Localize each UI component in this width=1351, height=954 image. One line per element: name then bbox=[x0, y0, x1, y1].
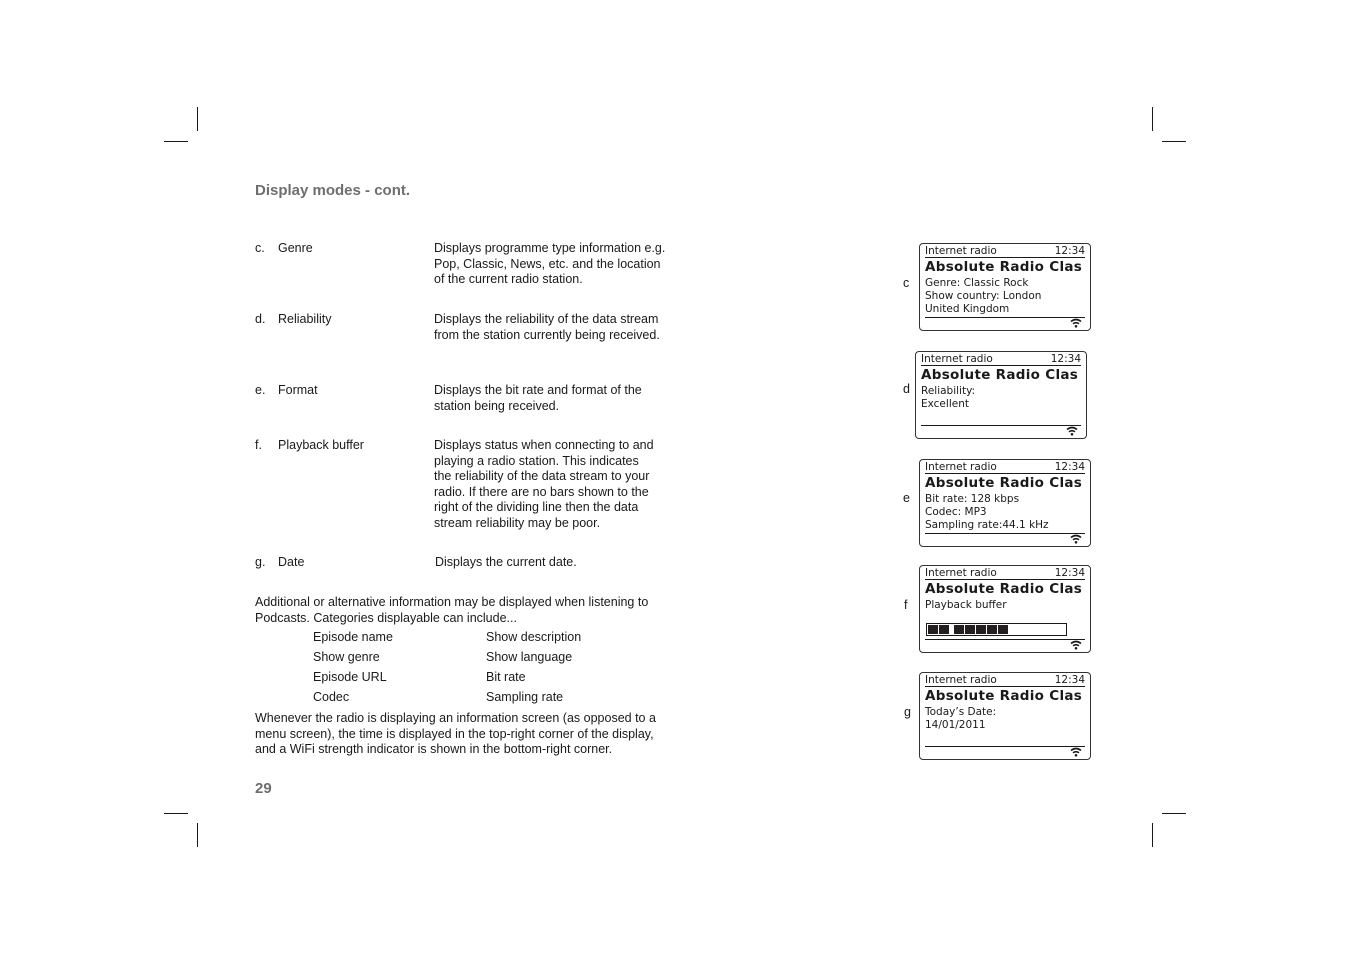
entry-description: Displays the current date. bbox=[435, 555, 577, 569]
wifi-icon bbox=[1066, 426, 1078, 436]
lcd-header: Internet radio 12:34 bbox=[925, 245, 1085, 258]
wifi-icon bbox=[1070, 640, 1082, 650]
closing-paragraph: Whenever the radio is displaying an info… bbox=[255, 711, 656, 756]
lcd-line: Reliability: bbox=[921, 385, 976, 397]
lcd-station-name: Absolute Radio Clas bbox=[925, 688, 1083, 704]
crop-mark bbox=[164, 813, 188, 814]
buffer-block bbox=[965, 625, 975, 634]
entry-letter: e. bbox=[255, 383, 266, 397]
lcd-line: Show country: London bbox=[925, 290, 1042, 302]
entry-description: Displays the reliability of the data str… bbox=[434, 312, 660, 342]
lcd-station-name: Absolute Radio Clas bbox=[925, 259, 1083, 275]
entry-description: Displays the bit rate and format of the … bbox=[434, 383, 642, 413]
lcd-display-reliability: Internet radio 12:34 Absolute Radio Clas… bbox=[915, 351, 1087, 439]
lcd-source: Internet radio bbox=[925, 245, 997, 257]
lcd-divider bbox=[925, 533, 1085, 535]
lcd-time: 12:34 bbox=[1050, 353, 1081, 365]
display-label: e bbox=[903, 491, 910, 505]
lcd-header: Internet radio 12:34 bbox=[925, 674, 1085, 687]
category-item: Show language bbox=[486, 650, 573, 664]
entry-letter: d. bbox=[255, 312, 266, 326]
wifi-icon bbox=[1070, 318, 1082, 328]
buffer-block bbox=[954, 625, 964, 634]
buffer-block bbox=[928, 625, 938, 634]
buffer-block bbox=[987, 625, 997, 634]
lcd-time: 12:34 bbox=[1054, 461, 1085, 473]
lcd-line: 14/01/2011 bbox=[925, 719, 986, 731]
crop-mark bbox=[1152, 107, 1153, 131]
display-label: f bbox=[904, 598, 908, 612]
playback-buffer-fill bbox=[928, 625, 1008, 634]
category-item: Codec bbox=[313, 690, 350, 704]
lcd-line: Excellent bbox=[921, 398, 969, 410]
lcd-display-playback-buffer: Internet radio 12:34 Absolute Radio Clas… bbox=[919, 565, 1091, 653]
crop-mark bbox=[1162, 813, 1186, 814]
entry-term: Format bbox=[278, 383, 318, 397]
crop-mark bbox=[1152, 823, 1153, 847]
entry-description: Displays programme type information e.g.… bbox=[434, 241, 666, 286]
lcd-display-date: Internet radio 12:34 Absolute Radio Clas… bbox=[919, 672, 1091, 760]
display-label: d bbox=[903, 382, 910, 396]
lcd-display-format: Internet radio 12:34 Absolute Radio Clas… bbox=[919, 459, 1091, 547]
entry-letter: f. bbox=[255, 438, 262, 452]
podcast-intro: Additional or alternative information ma… bbox=[255, 595, 649, 625]
entry-term: Genre bbox=[278, 241, 313, 255]
playback-buffer-bar bbox=[926, 623, 1067, 636]
lcd-divider bbox=[921, 425, 1081, 427]
category-item: Episode URL bbox=[313, 670, 387, 684]
wifi-icon bbox=[1070, 534, 1082, 544]
wifi-icon bbox=[1070, 747, 1082, 757]
lcd-header: Internet radio 12:34 bbox=[925, 567, 1085, 580]
lcd-source: Internet radio bbox=[921, 353, 993, 365]
display-label: c bbox=[903, 276, 910, 290]
lcd-line: Today’s Date: bbox=[925, 706, 997, 718]
entry-letter: c. bbox=[255, 241, 265, 255]
crop-mark bbox=[197, 823, 198, 847]
category-item: Show genre bbox=[313, 650, 380, 664]
entry-letter: g. bbox=[255, 555, 266, 569]
lcd-line: Codec: MP3 bbox=[925, 506, 987, 518]
buffer-block bbox=[939, 625, 949, 634]
crop-mark bbox=[1162, 141, 1186, 142]
section-title: Display modes - cont. bbox=[255, 182, 411, 199]
lcd-source: Internet radio bbox=[925, 567, 997, 579]
lcd-time: 12:34 bbox=[1054, 674, 1085, 686]
lcd-divider bbox=[925, 746, 1085, 748]
lcd-header: Internet radio 12:34 bbox=[925, 461, 1085, 474]
display-label: g bbox=[904, 705, 911, 719]
lcd-time: 12:34 bbox=[1054, 567, 1085, 579]
lcd-station-name: Absolute Radio Clas bbox=[921, 367, 1079, 383]
buffer-block bbox=[998, 625, 1008, 634]
lcd-line: Sampling rate:44.1 kHz bbox=[925, 519, 1049, 531]
lcd-station-name: Absolute Radio Clas bbox=[925, 475, 1083, 491]
lcd-line: Genre: Classic Rock bbox=[925, 277, 1029, 289]
entry-term: Playback buffer bbox=[278, 438, 364, 452]
buffer-dividing-line bbox=[951, 625, 952, 634]
lcd-line: Playback buffer bbox=[925, 599, 1007, 611]
category-item: Sampling rate bbox=[486, 690, 564, 704]
category-item: Show description bbox=[486, 630, 582, 644]
entry-description: Displays status when connecting to and p… bbox=[434, 438, 654, 530]
crop-mark bbox=[164, 141, 188, 142]
crop-mark bbox=[197, 107, 198, 131]
category-item: Episode name bbox=[313, 630, 393, 644]
lcd-divider bbox=[925, 317, 1085, 319]
lcd-line: Bit rate: 128 kbps bbox=[925, 493, 1020, 505]
lcd-header: Internet radio 12:34 bbox=[921, 353, 1081, 366]
buffer-block bbox=[976, 625, 986, 634]
lcd-time: 12:34 bbox=[1054, 245, 1085, 257]
lcd-divider bbox=[925, 639, 1085, 641]
lcd-line: United Kingdom bbox=[925, 303, 1010, 315]
entry-term: Date bbox=[278, 555, 305, 569]
lcd-station-name: Absolute Radio Clas bbox=[925, 581, 1083, 597]
lcd-source: Internet radio bbox=[925, 674, 997, 686]
lcd-source: Internet radio bbox=[925, 461, 997, 473]
entry-term: Reliability bbox=[278, 312, 332, 326]
category-item: Bit rate bbox=[486, 670, 526, 684]
page-number: 29 bbox=[255, 780, 272, 797]
lcd-display-genre: Internet radio 12:34 Absolute Radio Clas… bbox=[919, 243, 1091, 331]
